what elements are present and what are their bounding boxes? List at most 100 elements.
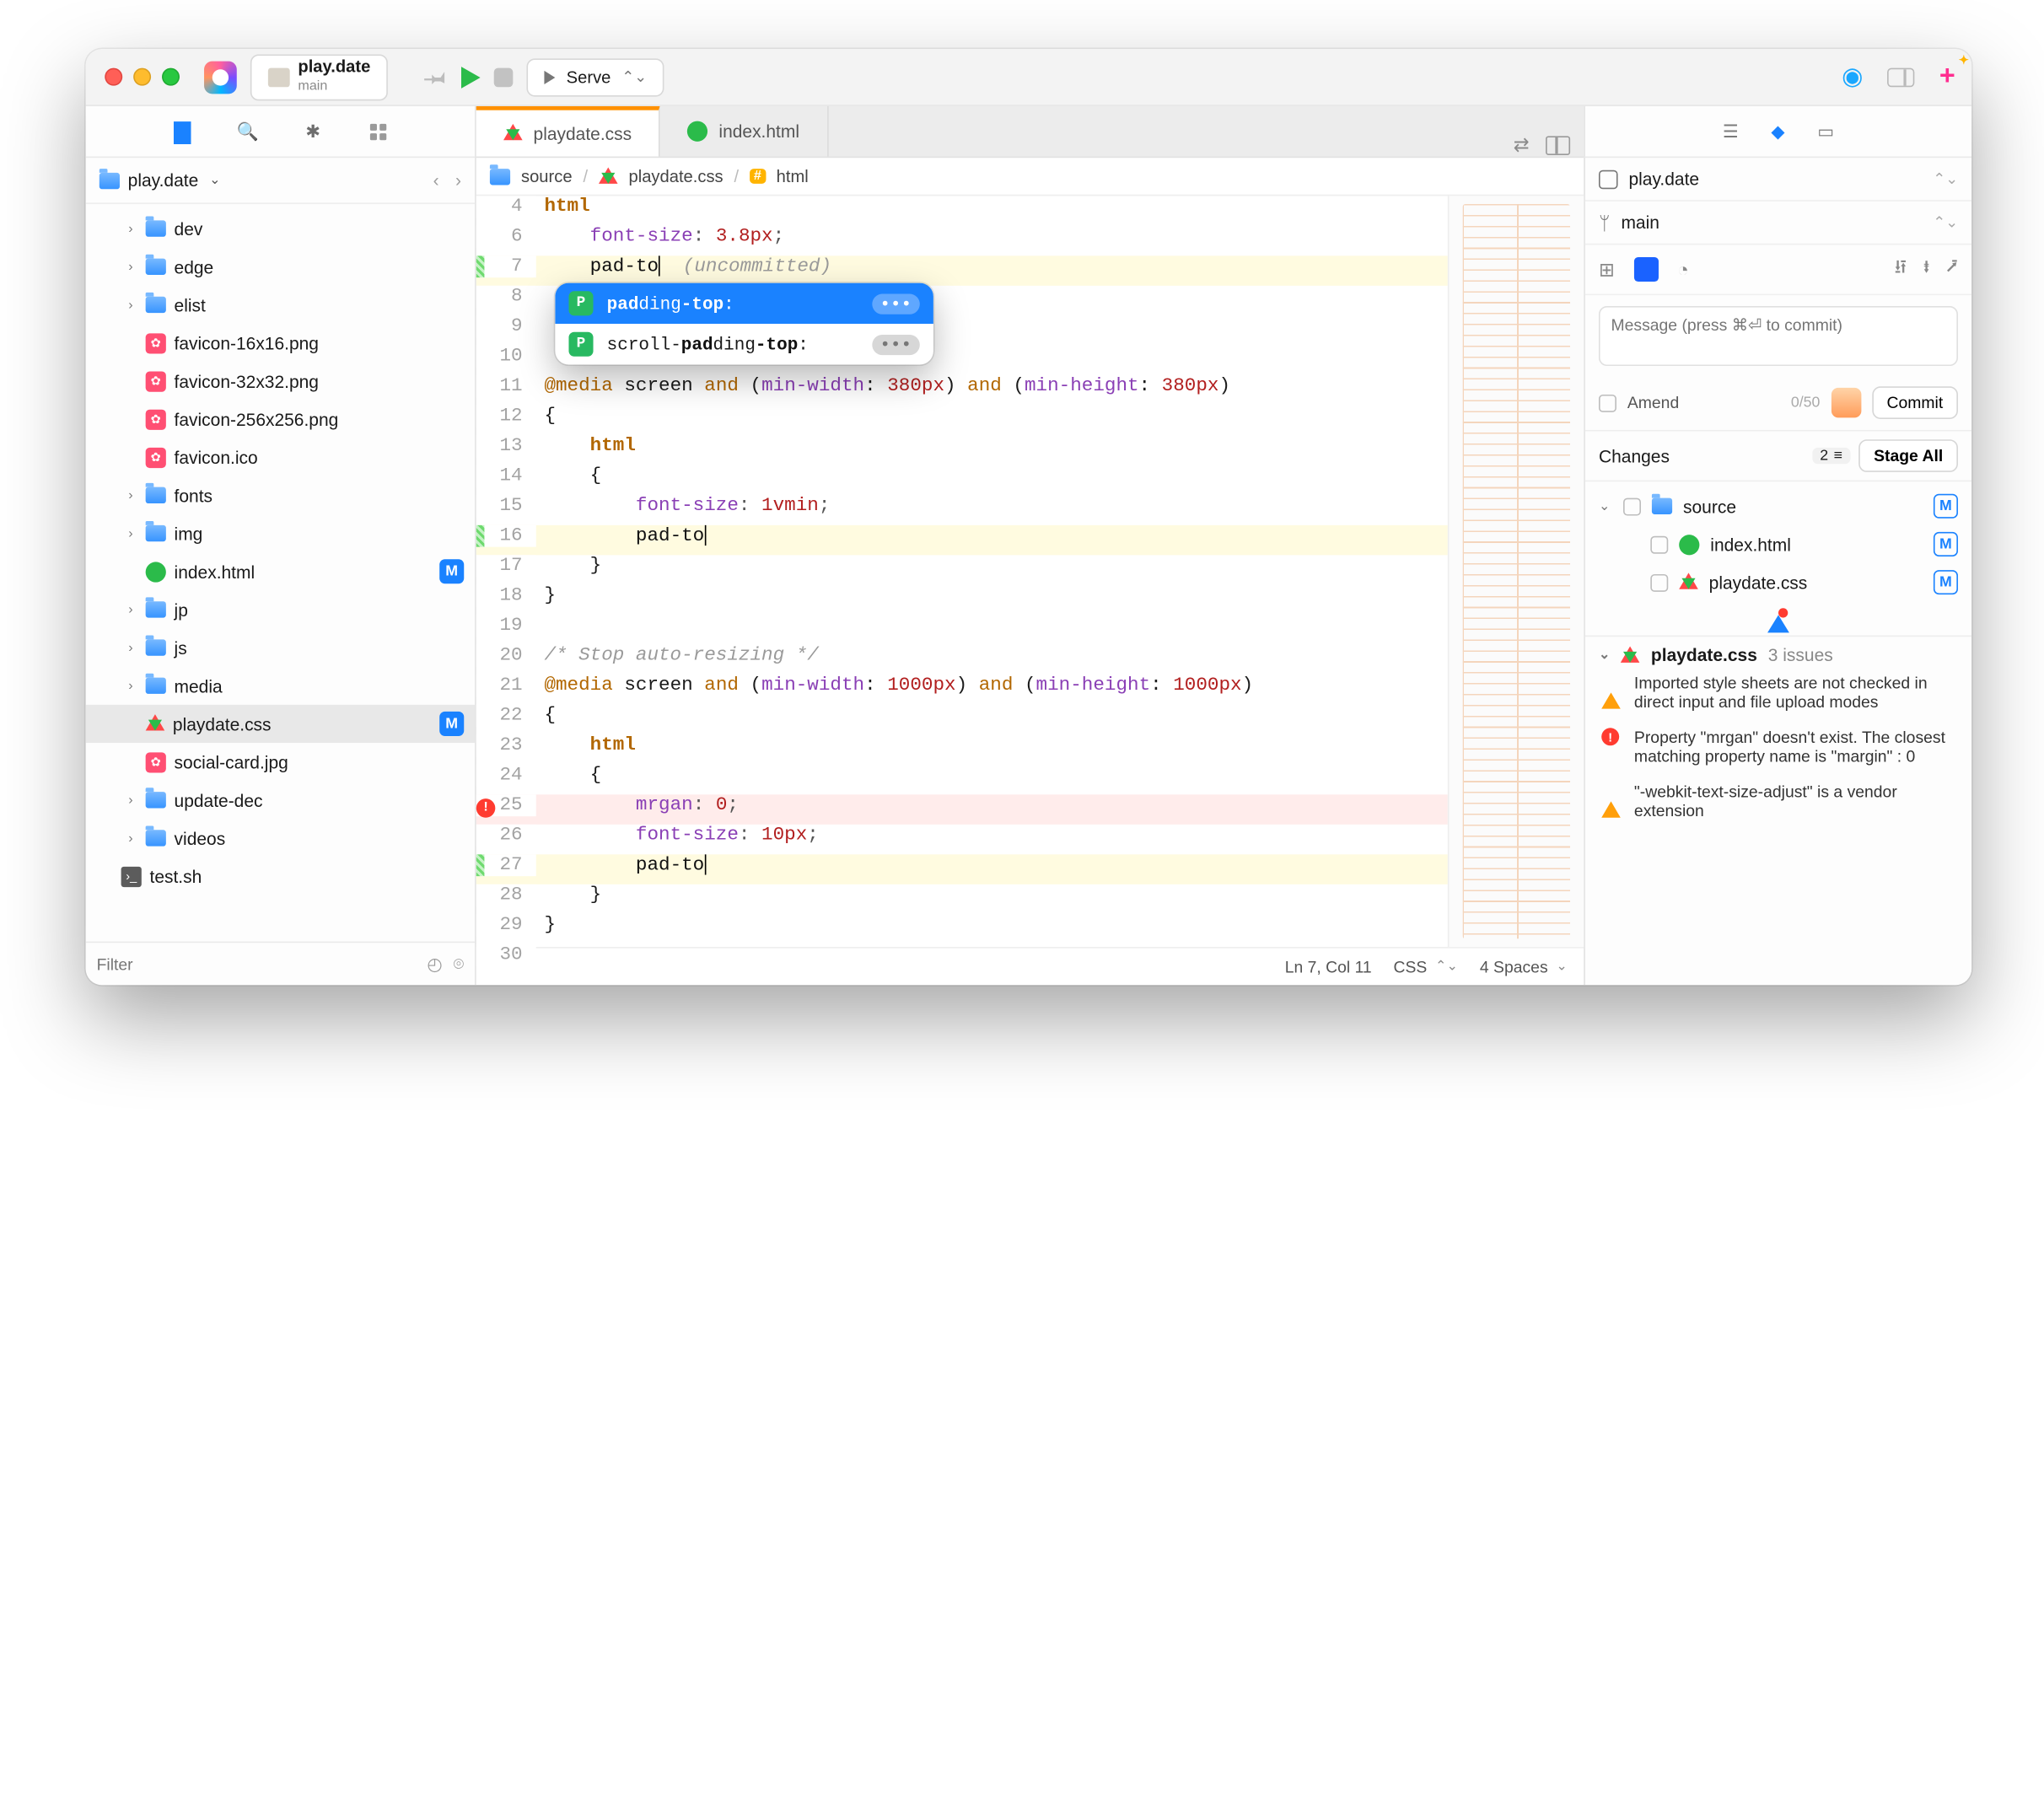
- repo-select[interactable]: play.date ⌃⌄: [1585, 158, 1971, 202]
- stage-checkbox[interactable]: [1650, 535, 1668, 553]
- vcs-icon[interactable]: ◆: [1771, 121, 1784, 142]
- nav-fwd-icon[interactable]: ›: [455, 170, 461, 191]
- stop-button[interactable]: [494, 67, 514, 87]
- code-line[interactable]: 7 pad-to (uncommitted): [476, 255, 1448, 285]
- stage-icon[interactable]: [1634, 257, 1659, 282]
- file-tree-item[interactable]: ✿favicon.ico: [86, 438, 475, 476]
- file-tree-item[interactable]: ›jp: [86, 590, 475, 628]
- code-line[interactable]: 21@media screen and (min-width: 1000px) …: [476, 675, 1448, 704]
- maximize-window-button[interactable]: [162, 68, 180, 86]
- editor-tab[interactable]: index.html: [660, 106, 828, 157]
- file-tree-item[interactable]: ✿favicon-16x16.png: [86, 324, 475, 362]
- stage-checkbox[interactable]: [1623, 497, 1641, 515]
- code-line[interactable]: 11@media screen and (min-width: 380px) a…: [476, 375, 1448, 405]
- file-tree-item[interactable]: ✿favicon-32x32.png: [86, 362, 475, 400]
- code-line[interactable]: 17 }: [476, 555, 1448, 584]
- filter-input[interactable]: [97, 954, 417, 974]
- panel-toggle-icon[interactable]: [1888, 67, 1915, 87]
- autocomplete-item[interactable]: Pscroll-padding-top:•••: [555, 324, 933, 364]
- code-line[interactable]: 16 pad-to: [476, 525, 1448, 555]
- file-tree-item[interactable]: ✿social-card.jpg: [86, 743, 475, 781]
- code-line[interactable]: 28 }: [476, 884, 1448, 914]
- history-icon[interactable]: ◴: [427, 953, 442, 975]
- code-line[interactable]: 26 font-size: 10px;: [476, 825, 1448, 854]
- issue-row[interactable]: "-webkit-text-size-adjust" is a vendor e…: [1599, 774, 1958, 829]
- push-icon[interactable]: ⭷: [1946, 253, 1958, 286]
- file-tree-item[interactable]: ›elist: [86, 286, 475, 324]
- file-tree-item[interactable]: ›dev: [86, 209, 475, 247]
- code-line[interactable]: 27 pad-to: [476, 854, 1448, 884]
- minimize-window-button[interactable]: [133, 68, 151, 86]
- file-tree-item[interactable]: ›videos: [86, 819, 475, 857]
- run-config-select[interactable]: Serve ⌃⌄: [527, 58, 664, 96]
- align-icon[interactable]: ☰: [1723, 121, 1739, 142]
- code-area[interactable]: 4html6 font-size: 3.8px;7 pad-to (uncomm…: [476, 196, 1448, 947]
- file-tree-item[interactable]: ›img: [86, 514, 475, 552]
- filter-settings-icon[interactable]: ⌾: [454, 953, 465, 975]
- project-tab-icon[interactable]: ▇: [170, 119, 195, 143]
- pin-icon[interactable]: [422, 62, 453, 93]
- code-line[interactable]: !25 mrgan: 0;: [476, 794, 1448, 824]
- file-tree-item[interactable]: ›update-dec: [86, 781, 475, 819]
- file-tree-item[interactable]: ›fonts: [86, 476, 475, 514]
- author-avatar[interactable]: [1831, 388, 1860, 417]
- issue-row[interactable]: Imported style sheets are not checked in…: [1599, 665, 1958, 720]
- minimap[interactable]: [1448, 196, 1584, 947]
- file-tree-item[interactable]: ✿favicon-256x256.png: [86, 400, 475, 438]
- commit-button[interactable]: Commit: [1872, 386, 1958, 419]
- code-line[interactable]: 14 {: [476, 465, 1448, 495]
- code-line[interactable]: 4html: [476, 196, 1448, 225]
- project-header[interactable]: play.date ⌄ ‹ ›: [86, 158, 475, 204]
- code-line[interactable]: 6 font-size: 3.8px;: [476, 226, 1448, 255]
- editor-breadcrumb[interactable]: source / playdate.css / # html: [476, 158, 1584, 196]
- code-line[interactable]: 22{: [476, 705, 1448, 734]
- editor-tab[interactable]: playdate.css: [476, 106, 660, 157]
- code-line[interactable]: 30: [476, 944, 1448, 974]
- code-line[interactable]: 18}: [476, 585, 1448, 615]
- file-tree-item[interactable]: ›_test.sh: [86, 857, 475, 895]
- file-tree[interactable]: ›dev›edge›elist✿favicon-16x16.png✿favico…: [86, 204, 475, 942]
- code-line[interactable]: 13 html: [476, 435, 1448, 465]
- amend-checkbox[interactable]: [1599, 394, 1616, 411]
- change-row[interactable]: index.htmlM: [1585, 525, 1971, 563]
- change-row[interactable]: playdate.cssM: [1585, 563, 1971, 601]
- problems-icon[interactable]: [1767, 615, 1789, 632]
- ai-plus-button[interactable]: +: [1939, 62, 1955, 93]
- issues-header[interactable]: ⌄ playdate.css 3 issues: [1599, 645, 1958, 665]
- titlebar-project-crumb[interactable]: play.date main: [250, 54, 388, 100]
- stage-all-button[interactable]: Stage All: [1858, 439, 1958, 472]
- stage-checkbox[interactable]: [1650, 573, 1668, 591]
- stopwatch-icon[interactable]: ◔: [1677, 259, 1689, 281]
- file-tree-item[interactable]: playdate.cssM: [86, 705, 475, 743]
- preview-icon[interactable]: ◉: [1842, 62, 1863, 91]
- structure-tab-icon[interactable]: [366, 119, 390, 143]
- indent-select[interactable]: 4 Spaces⌄: [1480, 957, 1568, 976]
- code-line[interactable]: 20/* Stop auto-resizing */: [476, 645, 1448, 675]
- code-line[interactable]: 15 font-size: 1vmin;: [476, 495, 1448, 524]
- code-line[interactable]: 24 {: [476, 765, 1448, 794]
- file-tree-item[interactable]: ›media: [86, 667, 475, 705]
- bookmark-tab-icon[interactable]: ✱: [301, 119, 325, 143]
- close-window-button[interactable]: [105, 68, 122, 86]
- autocomplete-popup[interactable]: Ppadding-top:•••Pscroll-padding-top:•••: [555, 283, 933, 365]
- split-icon[interactable]: [1546, 136, 1570, 155]
- file-tree-item[interactable]: ›js: [86, 628, 475, 666]
- file-tree-item[interactable]: index.htmlM: [86, 552, 475, 590]
- code-line[interactable]: 12{: [476, 406, 1448, 435]
- nav-back-icon[interactable]: ‹: [433, 170, 439, 191]
- code-line[interactable]: 29}: [476, 914, 1448, 944]
- code-line[interactable]: 23 html: [476, 734, 1448, 764]
- code-line[interactable]: 19: [476, 615, 1448, 644]
- diff-icon[interactable]: ⇄: [1514, 133, 1530, 156]
- pull-icon[interactable]: ⭿: [1895, 253, 1907, 286]
- issue-row[interactable]: !Property "mrgan" doesn't exist. The clo…: [1599, 720, 1958, 775]
- terminal-icon[interactable]: ▭: [1817, 121, 1834, 142]
- change-row[interactable]: ⌄sourceM: [1585, 487, 1971, 525]
- fetch-icon[interactable]: ⭽: [1923, 253, 1930, 286]
- branch-select[interactable]: ᛘ main ⌃⌄: [1585, 202, 1971, 245]
- autocomplete-item[interactable]: Ppadding-top:•••: [555, 283, 933, 324]
- graph-icon[interactable]: ⊞: [1599, 258, 1615, 281]
- file-tree-item[interactable]: ›edge: [86, 248, 475, 286]
- commit-message-input[interactable]: [1599, 306, 1958, 366]
- search-tab-icon[interactable]: 🔍: [235, 119, 260, 143]
